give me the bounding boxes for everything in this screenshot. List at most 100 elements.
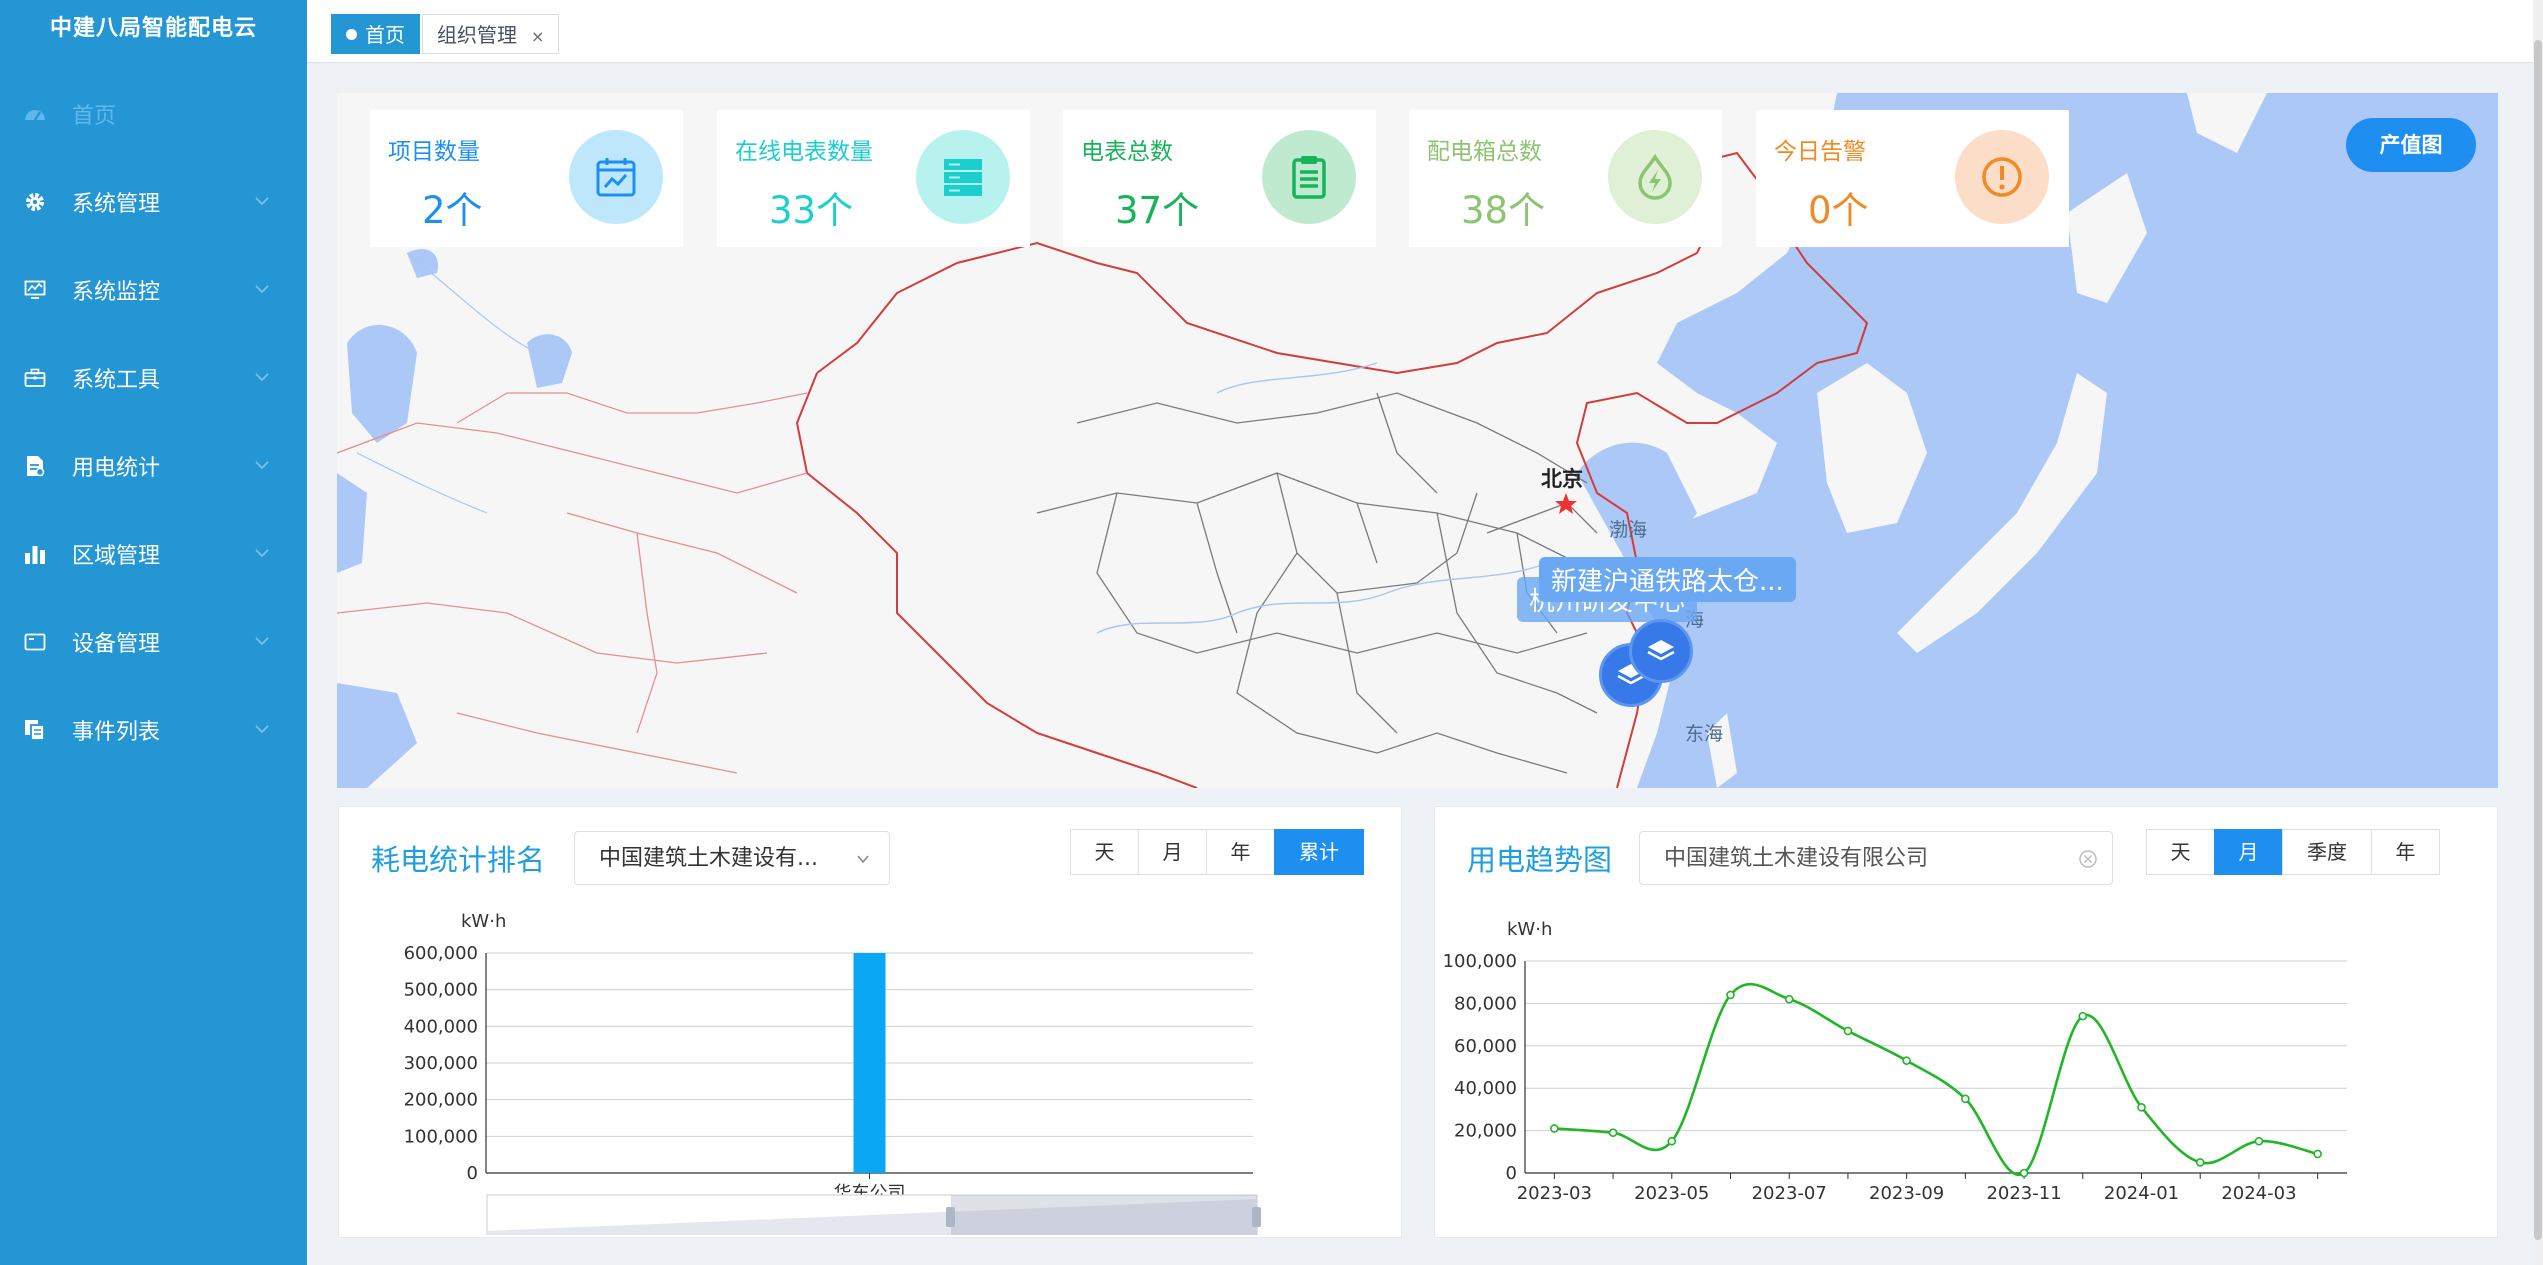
page-scrollbar[interactable] — [2533, 0, 2543, 1265]
x-tick-label: 2023-09 — [1869, 1183, 1944, 1204]
tab-bar: 首页 组织管理 × — [307, 0, 2543, 63]
sidebar-item-system-tools[interactable]: 系统工具 — [0, 334, 307, 422]
clear-icon[interactable] — [2078, 849, 2098, 869]
data-zoom-handle — [1252, 1207, 1261, 1227]
period-quarter-button[interactable]: 季度 — [2282, 829, 2372, 875]
project-label-taicang[interactable]: 新建沪通铁路太仓... — [1539, 557, 1796, 602]
sidebar-item-system-monitor[interactable]: 系统监控 — [0, 246, 307, 334]
y-tick-label: 200,000 — [404, 1090, 478, 1111]
stat-value: 38个 — [1461, 189, 1546, 232]
map-view[interactable]: 北京 渤海 海 东海 杭州研发中心 新建沪通铁路太仓... 项目数量 2个 在线… — [337, 93, 2498, 788]
calendar-chart-icon — [569, 130, 663, 224]
y-axis-unit-label: kW·h — [461, 911, 506, 932]
select-value: 中国建筑土木建设有... — [599, 846, 818, 871]
company-select[interactable]: 中国建筑土木建设有限公司 — [1639, 831, 2113, 885]
bar-chart-icon — [22, 541, 48, 567]
y-tick-label: 60,000 — [1454, 1036, 1517, 1057]
tab-label: 首页 — [365, 23, 405, 47]
data-point — [2195, 1158, 2205, 1167]
sidebar-item-area-management[interactable]: 区域管理 — [0, 510, 307, 598]
sidebar-item-label: 设备管理 — [72, 632, 161, 657]
period-year-button[interactable]: 年 — [1206, 829, 1275, 875]
data-point — [2254, 1136, 2264, 1146]
y-tick-label: 0 — [467, 1163, 478, 1184]
output-chart-button[interactable]: 产值图 — [2346, 118, 2476, 172]
data-zoom-handle — [946, 1207, 955, 1227]
stat-card-total-meters: 电表总数 37个 — [1063, 110, 1376, 247]
tab-organization-management[interactable]: 组织管理 × — [422, 14, 560, 54]
sidebar: 中建八局智能配电云 首页 系统管理 系统监控 系统工具 用电统计 区域管理 设备… — [0, 0, 307, 1265]
period-year-button[interactable]: 年 — [2371, 829, 2440, 875]
period-segmented-control: 天 月 年 累计 — [1070, 829, 1364, 875]
y-tick-label: 80,000 — [1454, 993, 1517, 1014]
dashboard-icon — [22, 101, 48, 127]
y-tick-label: 600,000 — [404, 943, 478, 964]
chevron-down-icon — [255, 197, 269, 206]
period-month-button[interactable]: 月 — [1138, 829, 1207, 875]
panel-title: 用电趋势图 — [1467, 843, 1613, 877]
y-tick-label: 300,000 — [404, 1053, 478, 1074]
scrollbar-thumb[interactable] — [2534, 40, 2542, 1240]
stat-card-distribution-boxes: 配电箱总数 38个 — [1409, 110, 1722, 247]
stat-title: 今日告警 — [1774, 139, 1866, 165]
tab-home[interactable]: 首页 — [331, 14, 420, 54]
chevron-down-icon — [255, 549, 269, 558]
bar — [853, 953, 886, 1173]
x-tick-label: 2023-11 — [1986, 1183, 2061, 1204]
stat-value: 2个 — [422, 189, 483, 232]
data-point — [1961, 1094, 1970, 1104]
chevron-down-icon — [857, 855, 869, 864]
y-tick-label: 500,000 — [404, 980, 478, 1001]
y-tick-label: 0 — [1506, 1163, 1517, 1184]
data-point — [2137, 1102, 2146, 1112]
period-month-button[interactable]: 月 — [2214, 829, 2283, 875]
data-point — [1902, 1056, 1911, 1065]
sidebar-item-label: 系统管理 — [72, 192, 161, 217]
sidebar-item-event-list[interactable]: 事件列表 — [0, 686, 307, 774]
stat-card-project-count: 项目数量 2个 — [370, 110, 683, 247]
period-cumulative-button[interactable]: 累计 — [1274, 829, 1364, 875]
sidebar-item-label: 系统监控 — [72, 280, 161, 305]
x-tick-label: 2023-07 — [1752, 1183, 1827, 1204]
chevron-down-icon — [255, 461, 269, 470]
stat-card-today-alerts: 今日告警 0个 — [1756, 110, 2069, 247]
copy-icon — [22, 717, 48, 743]
monitor-icon — [22, 277, 48, 303]
sidebar-item-label: 首页 — [72, 104, 117, 129]
chevron-down-icon — [255, 373, 269, 382]
sidebar-menu: 首页 系统管理 系统监控 系统工具 用电统计 区域管理 设备管理 事件列表 — [0, 70, 307, 774]
chevron-down-icon — [255, 285, 269, 294]
stat-value: 33个 — [769, 189, 854, 232]
period-day-button[interactable]: 天 — [1070, 829, 1139, 875]
server-icon — [916, 130, 1010, 224]
lightning-drop-icon — [1608, 130, 1702, 224]
sidebar-item-home[interactable]: 首页 — [0, 70, 307, 158]
chevron-down-icon — [255, 637, 269, 646]
x-tick-label: 2024-01 — [2104, 1183, 2179, 1204]
power-trend-panel: 用电趋势图 中国建筑土木建设有限公司 天 月 季度 年 kW·h 0 20,000 4… — [1434, 806, 2498, 1238]
sidebar-item-label: 用电统计 — [72, 456, 161, 481]
stat-title: 在线电表数量 — [735, 139, 873, 165]
power-trend-line-chart: kW·h 0 20,000 40,000 60,000 80,000 100,000 2023… — [1443, 919, 2347, 1204]
project-marker-icon[interactable] — [1629, 619, 1693, 683]
data-point — [2019, 1168, 2029, 1178]
sidebar-item-device-management[interactable]: 设备管理 — [0, 598, 307, 686]
toolbox-icon — [22, 365, 48, 391]
data-point — [2313, 1149, 2322, 1159]
data-point — [1726, 990, 1735, 1000]
sidebar-item-label: 系统工具 — [72, 368, 161, 393]
y-tick-label: 40,000 — [1454, 1078, 1517, 1099]
sidebar-item-system-management[interactable]: 系统管理 — [0, 158, 307, 246]
company-select[interactable]: 中国建筑土木建设有... — [574, 831, 890, 885]
data-point — [1843, 1026, 1853, 1036]
close-icon[interactable]: × — [531, 27, 544, 46]
tab-label: 组织管理 — [437, 23, 517, 47]
data-point — [1608, 1128, 1618, 1138]
period-day-button[interactable]: 天 — [2146, 829, 2215, 875]
sidebar-item-power-statistics[interactable]: 用电统计 — [0, 422, 307, 510]
data-zoom-selection — [951, 1195, 1257, 1235]
stat-value: 37个 — [1115, 189, 1200, 232]
data-point — [1550, 1124, 1559, 1133]
chevron-down-icon — [255, 725, 269, 734]
city-label-beijing: 北京 — [1541, 467, 1583, 491]
